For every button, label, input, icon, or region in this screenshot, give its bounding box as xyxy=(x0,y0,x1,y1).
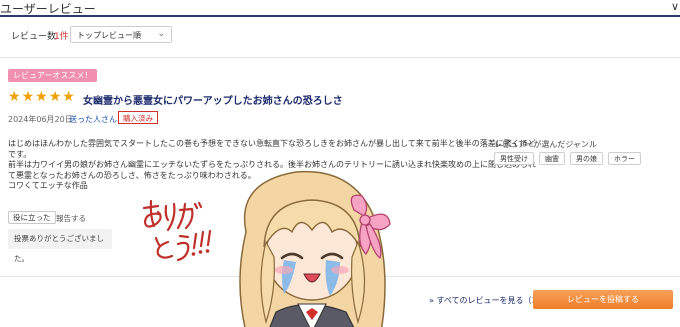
header-rule xyxy=(0,15,680,17)
review-page: ユーザーレビュー ∨ レビュー数 1件 トップレビュー順 ⌄ レビュアーオススメ… xyxy=(0,0,680,327)
helpful-button[interactable]: 役に立った xyxy=(8,211,56,224)
review-body-line: です。 xyxy=(8,149,32,159)
reviewer-suffix: さん xyxy=(101,115,117,124)
star-icon: ★ xyxy=(48,89,62,105)
star-icon: ★ xyxy=(21,89,35,105)
genre-tag[interactable]: 男の娘 xyxy=(570,152,603,165)
genre-title: レビュアーが選んだジャンル xyxy=(494,140,597,149)
review-title: 女幽霊から悪霊女にパワーアップしたお姉さんの恐ろしさ xyxy=(83,96,343,107)
genre-tag[interactable]: 男性受け xyxy=(494,152,534,165)
star-icon: ★ xyxy=(62,89,75,105)
reviewer-name-link[interactable]: 送った人 xyxy=(69,114,101,125)
review-count-value: 1件 xyxy=(54,32,69,42)
vote-thanks-message: 投票ありがとうございました。 xyxy=(8,229,112,263)
star-rating: ★ ★ ★ ★ ★ xyxy=(8,90,75,104)
reviewer-recommend-badge: レビュアーオススメ！ xyxy=(8,69,98,82)
chevron-down-icon: ⌄ xyxy=(157,29,165,39)
genre-tag-list: 男性受け 幽霊 男の娘 ホラー xyxy=(494,152,641,165)
collapse-chevron-icon[interactable]: ∨ xyxy=(671,0,679,13)
post-review-button[interactable]: レビューを投稿する xyxy=(533,290,673,309)
divider xyxy=(0,57,680,58)
star-icon: ★ xyxy=(8,89,21,105)
purchased-badge: 購入済み xyxy=(118,111,158,124)
sort-select[interactable]: トップレビュー順 ⌄ xyxy=(70,26,172,43)
review-date: 2024年06月20日 xyxy=(8,115,73,124)
review-body-line: はじめはほんわかした雰囲気でスタートしたこの巻も予想をできない急転直下な恐ろしき… xyxy=(8,139,536,148)
crying-mascot-illustration xyxy=(239,170,391,327)
report-link[interactable]: 報告する xyxy=(56,213,86,224)
review-count-label: レビュー数 xyxy=(11,32,57,42)
star-icon: ★ xyxy=(35,89,48,105)
genre-tag[interactable]: 幽霊 xyxy=(539,152,565,165)
sort-selected-value: トップレビュー順 xyxy=(77,31,141,40)
genre-tag[interactable]: ホラー xyxy=(608,152,641,165)
all-reviews-link[interactable]: » すべてのレビューを見る（1） xyxy=(429,295,545,306)
